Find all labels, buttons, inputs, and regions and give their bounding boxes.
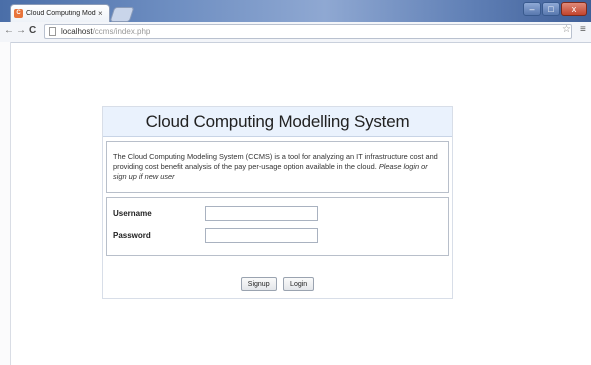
- login-panel: Cloud Computing Modelling System The Clo…: [102, 106, 453, 299]
- maximize-button[interactable]: □: [542, 2, 560, 16]
- browser-title-bar: C Cloud Computing Model × – □ x: [0, 0, 591, 22]
- form-buttons: Signup Login: [103, 273, 452, 291]
- browser-toolbar: ← → C localhost/ccms/index.php ☆ ≡: [0, 22, 591, 43]
- login-form: Username Password: [106, 197, 449, 256]
- page-icon: [49, 27, 56, 36]
- url-path: /ccms/index.php: [92, 27, 151, 36]
- login-button[interactable]: Login: [283, 277, 315, 291]
- address-bar[interactable]: localhost/ccms/index.php: [44, 24, 572, 39]
- close-window-button[interactable]: x: [561, 2, 587, 16]
- system-description: The Cloud Computing Modeling System (CCM…: [106, 141, 449, 193]
- tab-close-icon[interactable]: ×: [98, 9, 103, 18]
- bookmark-star-icon[interactable]: ☆: [562, 24, 571, 35]
- password-label: Password: [113, 231, 151, 240]
- site-favicon-icon: C: [14, 9, 23, 18]
- signup-button[interactable]: Signup: [240, 277, 277, 291]
- tab-title: Cloud Computing Model: [26, 10, 96, 17]
- password-field[interactable]: [205, 228, 318, 243]
- browser-tab[interactable]: C Cloud Computing Model ×: [10, 4, 110, 22]
- back-arrow-icon[interactable]: ←: [4, 25, 14, 36]
- username-field[interactable]: [205, 206, 318, 221]
- window-controls: – □ x: [522, 2, 587, 16]
- username-label: Username: [113, 209, 152, 218]
- minimize-button[interactable]: –: [523, 2, 541, 16]
- menu-icon[interactable]: ≡: [580, 24, 586, 35]
- page-title: Cloud Computing Modelling System: [103, 107, 452, 137]
- forward-arrow-icon[interactable]: →: [16, 25, 26, 36]
- window-left-edge: [0, 42, 11, 365]
- new-tab-button[interactable]: [109, 7, 135, 22]
- reload-icon[interactable]: C: [29, 25, 36, 36]
- url-host: localhost: [61, 27, 93, 36]
